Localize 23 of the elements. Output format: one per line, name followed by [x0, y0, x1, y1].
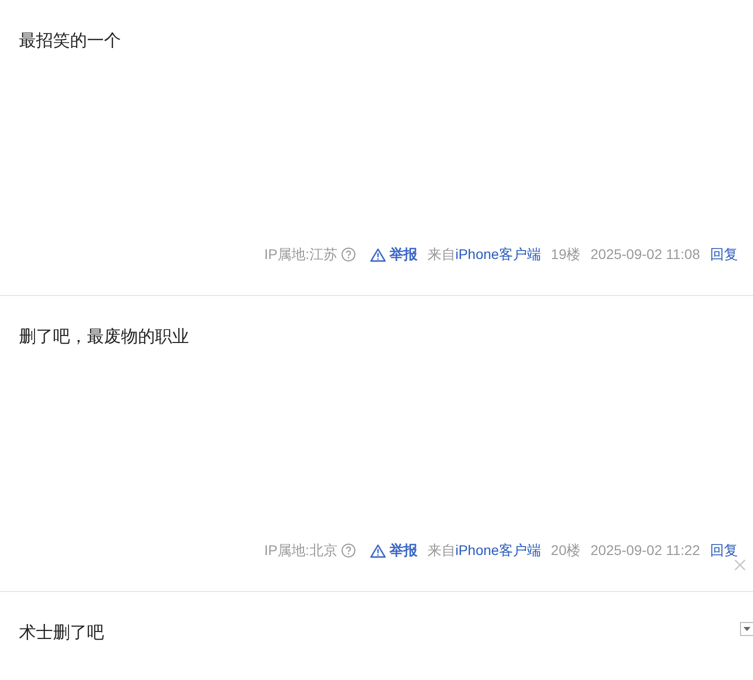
help-icon[interactable] — [341, 543, 356, 558]
report-link[interactable]: 举报 — [370, 540, 418, 561]
report-link[interactable]: 举报 — [370, 244, 418, 265]
post-time: 2025-09-02 11:22 — [590, 541, 700, 560]
warning-icon — [370, 544, 386, 558]
floor-number: 20楼 — [550, 541, 580, 560]
source-label: 来自 — [427, 542, 456, 558]
reply-link[interactable]: 回复 — [710, 540, 738, 561]
post-time: 2025-09-02 11:08 — [590, 245, 700, 264]
post-content: 最招笑的一个 — [19, 31, 121, 50]
warning-icon — [370, 248, 386, 262]
ip-location: IP属地:江苏 — [264, 245, 338, 264]
dropdown-icon[interactable] — [740, 622, 753, 636]
help-icon[interactable] — [341, 247, 356, 262]
source-link[interactable]: iPhone客户端 — [455, 542, 541, 558]
close-icon[interactable] — [734, 559, 746, 571]
floor-number: 19楼 — [550, 245, 580, 264]
reply-link[interactable]: 回复 — [710, 244, 738, 265]
source-label: 来自 — [427, 246, 456, 262]
source-link[interactable]: iPhone客户端 — [455, 246, 541, 262]
post-content: 删了吧，最废物的职业 — [19, 327, 189, 346]
post-content: 术士删了吧 — [19, 623, 104, 642]
ip-location: IP属地:北京 — [264, 541, 338, 560]
